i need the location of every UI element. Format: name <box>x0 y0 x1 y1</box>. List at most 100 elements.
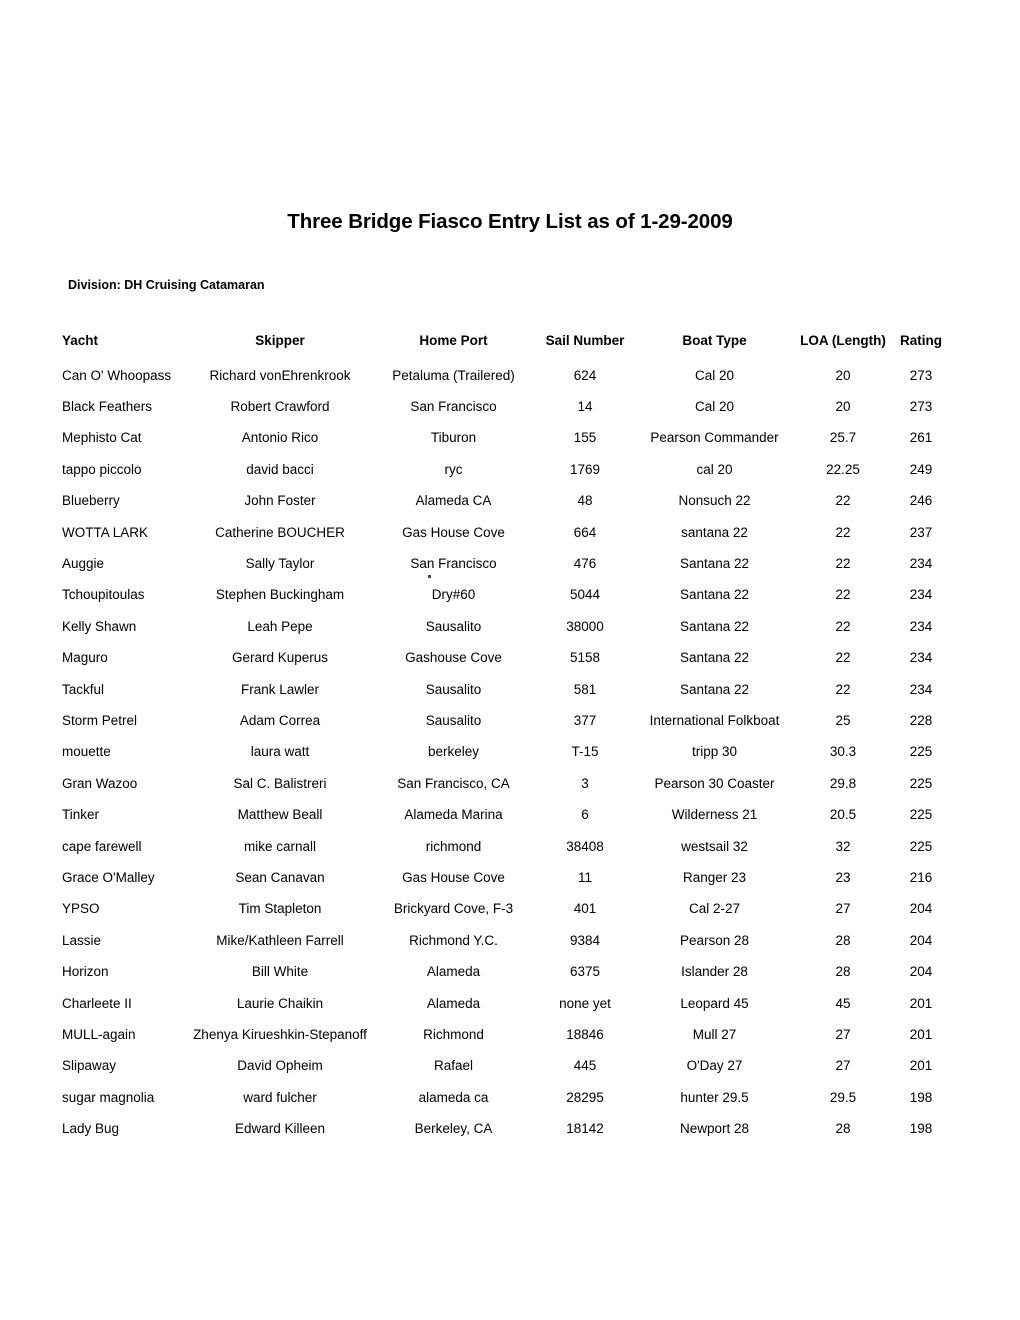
cell-rating: 246 <box>909 493 933 509</box>
cell-rating: 234 <box>909 650 933 666</box>
cell-sail-number: 3 <box>581 775 589 791</box>
table-row: Black Feathers Robert Crawford San Francis… <box>62 391 952 422</box>
cell-skipper: Antonio Rico <box>241 430 319 446</box>
cell-skipper: Mike/Kathleen Farrell <box>216 932 344 948</box>
cell-yacht: Lady Bug <box>62 1121 120 1137</box>
table-row: Maguro Gerard Kuperus Gashouse Cove 5158 San… <box>62 642 952 673</box>
cell-home-port: Richmond Y.C. <box>409 932 498 948</box>
cell-skipper: Zhenya Kirueshkin-Stepanoff <box>193 1027 367 1043</box>
cell-sail-number: T-15 <box>571 744 599 760</box>
table-row: Blueberry John Foster Alameda CA 48 Nonsuch … <box>62 485 952 516</box>
cell-sail-number: none yet <box>559 995 611 1011</box>
cell-sail-number: 6 <box>581 807 589 823</box>
cell-loa: 22 <box>835 587 851 603</box>
cell-skipper: mike carnall <box>243 838 317 854</box>
cell-home-port: Richmond <box>423 1027 484 1043</box>
cell-loa: 29.8 <box>829 775 857 791</box>
cell-home-port: Dry#60 <box>431 587 476 603</box>
cell-rating: 237 <box>909 524 933 540</box>
cell-sail-number: 11 <box>577 870 592 885</box>
cell-home-port: Sausalito <box>425 681 482 697</box>
table-row: Horizon Bill White Alameda 6375 Islander 28 2… <box>62 956 952 987</box>
cell-sail-number: 445 <box>573 1058 597 1074</box>
cell-loa: 22 <box>835 524 851 540</box>
table-row: Charleete II Laurie Chaikin Alameda none ye… <box>62 988 952 1019</box>
cell-loa: 22 <box>835 493 851 509</box>
cell-sail-number: 28295 <box>566 1089 604 1105</box>
cell-loa: 27 <box>835 1027 851 1043</box>
cell-boat-type: International Folkboat <box>649 712 780 728</box>
column-header-skipper: Skipper <box>255 333 305 348</box>
cell-loa: 27 <box>835 1058 851 1074</box>
cell-boat-type: Santana 22 <box>679 681 750 697</box>
cell-sail-number: 664 <box>573 524 597 540</box>
cell-home-port: Alameda <box>426 964 481 980</box>
cell-loa: 22 <box>835 555 851 571</box>
cell-home-port: Sausalito <box>425 618 482 634</box>
table-row: cape farewell mike carnall richmond 38408 we… <box>62 831 952 862</box>
cell-yacht: Black Feathers <box>62 398 153 414</box>
cell-boat-type: santana 22 <box>681 524 748 540</box>
cell-yacht: Kelly Shawn <box>62 618 137 634</box>
cell-boat-type: Cal 2-27 <box>688 901 741 917</box>
cell-yacht: Tinker <box>62 807 100 823</box>
column-header-home-port: Home Port <box>419 333 488 348</box>
cell-yacht: WOTTA LARK <box>62 524 149 540</box>
cell-skipper: Richard vonEhrenkrook <box>209 367 351 383</box>
cell-boat-type: O'Day 27 <box>686 1058 743 1074</box>
cell-loa: 22.25 <box>826 461 860 477</box>
cell-skipper: david bacci <box>246 461 314 477</box>
cell-boat-type: cal 20 <box>696 461 733 477</box>
cell-loa: 20 <box>835 398 851 414</box>
column-header-boat-type: Boat Type <box>682 333 747 348</box>
cell-yacht: Charleete II <box>62 995 132 1011</box>
cell-loa: 20.5 <box>829 807 857 823</box>
cell-home-port: Tiburon <box>430 430 477 446</box>
cell-home-port: Gas House Cove <box>402 524 505 540</box>
cell-home-port: Sausalito <box>425 712 482 728</box>
cell-boat-type: Santana 22 <box>679 618 750 634</box>
cell-boat-type: Wilderness 21 <box>671 807 758 823</box>
cell-rating: 198 <box>909 1121 933 1137</box>
cell-boat-type: tripp 30 <box>691 744 738 760</box>
cell-skipper: Sally Taylor <box>245 555 315 571</box>
table-row: mouette laura watt berkeley T-15 tripp 30 30.… <box>62 736 952 767</box>
table-row: Mephisto Cat Antonio Rico Tiburon 155 Pearso… <box>62 422 952 453</box>
cell-boat-type: Santana 22 <box>679 650 750 666</box>
cell-loa: 30.3 <box>829 744 857 760</box>
cell-rating: 201 <box>909 1058 933 1074</box>
cell-boat-type: Nonsuch 22 <box>678 493 751 509</box>
column-header-rating: Rating <box>900 333 942 348</box>
cell-rating: 228 <box>909 712 933 728</box>
cell-home-port: Alameda <box>426 995 481 1011</box>
table-row: Can O' Whoopass Richard vonEhrenkrook Peta… <box>62 360 952 391</box>
cell-skipper: Matthew Beall <box>237 807 323 823</box>
cell-yacht: tappo piccolo <box>62 461 142 477</box>
cell-yacht: Blueberry <box>62 493 120 509</box>
cell-yacht: YPSO <box>62 901 100 917</box>
cell-yacht: Tchoupitoulas <box>62 587 145 603</box>
cell-rating: 216 <box>909 870 933 885</box>
cell-home-port: Alameda CA <box>415 493 492 509</box>
cell-skipper: Catherine BOUCHER <box>215 524 345 540</box>
cell-loa: 28 <box>835 964 851 980</box>
cell-rating: 261 <box>909 430 933 446</box>
cell-loa: 22 <box>835 618 851 634</box>
cell-sail-number: 5158 <box>569 650 601 666</box>
table-row: Tchoupitoulas Stephen Buckingham Dry#60 504… <box>62 579 952 610</box>
cell-sail-number: 48 <box>577 493 593 509</box>
column-header-yacht: Yacht <box>62 333 99 348</box>
cell-sail-number: 6375 <box>569 964 601 980</box>
column-header-loa: LOA (Length) <box>800 333 886 348</box>
cell-home-port: Gas House Cove <box>402 870 505 885</box>
cell-boat-type: hunter 29.5 <box>680 1089 749 1105</box>
cell-home-port: Petaluma (Trailered) <box>392 367 515 383</box>
cell-boat-type: Pearson Commander <box>650 430 779 446</box>
cell-skipper: Tim Stapleton <box>238 901 322 917</box>
cell-loa: 29.5 <box>829 1089 857 1105</box>
cell-loa: 22 <box>835 650 851 666</box>
cell-rating: 204 <box>909 901 933 917</box>
cell-rating: 273 <box>909 367 933 383</box>
cell-yacht: MULL-again <box>62 1027 136 1043</box>
table-row: Kelly Shawn Leah Pepe Sausalito 38000 Santan… <box>62 611 952 642</box>
